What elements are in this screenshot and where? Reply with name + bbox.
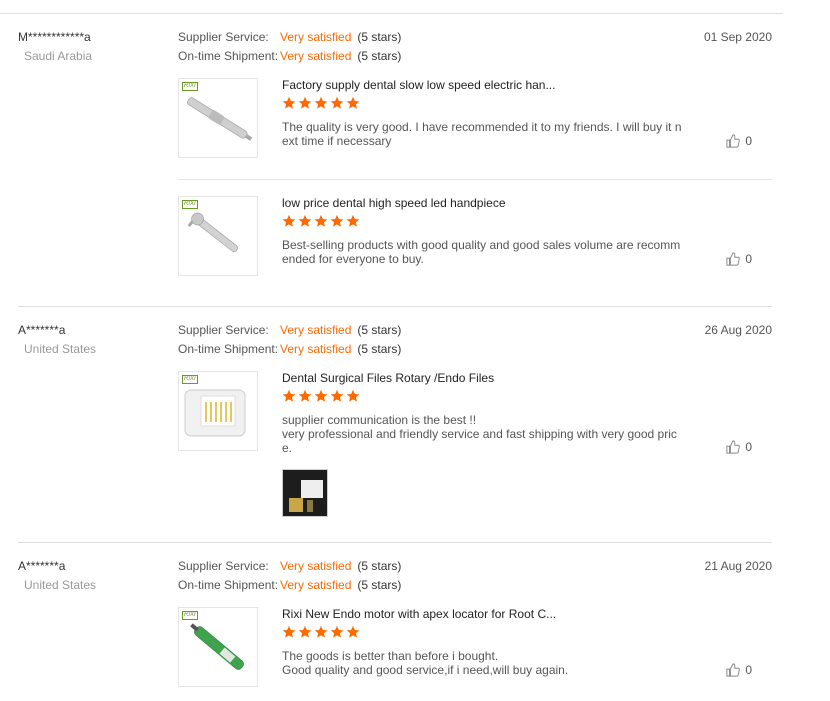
product-title-link[interactable]: Factory supply dental slow low speed ele… — [282, 78, 555, 92]
review-comment: The quality is very good. I have recomme… — [282, 120, 682, 148]
review-card: A*******a United States 21 Aug 2020 Supp… — [0, 559, 783, 699]
supplier-service-rating: Supplier Service: Very satisfied (5 stars) — [178, 323, 402, 337]
product-title-link[interactable]: Rixi New Endo motor with apex locator fo… — [282, 607, 556, 621]
star-icon — [282, 625, 296, 638]
review-card: A*******a United States 26 Aug 2020 Supp… — [0, 323, 783, 541]
star-icon — [298, 625, 312, 638]
star-icon — [330, 625, 344, 638]
shipment-rating: On-time Shipment: Very satisfied (5 stars) — [178, 578, 402, 592]
brand-logo: RIXI — [182, 82, 198, 91]
product-divider — [178, 179, 772, 180]
buyer-name: A*******a — [18, 323, 66, 337]
star-icon — [330, 96, 344, 109]
helpful-button[interactable]: 0 — [726, 440, 752, 454]
review-comment: Best-selling products with good quality … — [282, 238, 681, 266]
helpful-button[interactable]: 0 — [726, 134, 752, 148]
review-photo-thumbnail[interactable] — [282, 469, 328, 517]
star-icon — [346, 389, 360, 402]
thumbs-up-icon — [726, 440, 741, 454]
helpful-button[interactable]: 0 — [726, 663, 752, 677]
star-icon — [282, 214, 296, 227]
review-divider — [18, 306, 772, 307]
star-icon — [314, 389, 328, 402]
product-thumbnail[interactable]: RIXI — [178, 196, 258, 276]
brand-logo: RIXI — [182, 375, 198, 384]
review-comment: supplier communication is the best !! ve… — [282, 413, 677, 455]
star-icon — [282, 96, 296, 109]
star-icon — [314, 214, 328, 227]
helpful-count: 0 — [745, 440, 752, 454]
buyer-country: United States — [24, 578, 97, 592]
buyer-name: A*******a — [18, 559, 66, 573]
product-review: RIXI Factory supply dental slow low spee… — [178, 78, 772, 160]
product-review: RIXI Rixi New Endo motor with apex locat… — [178, 607, 772, 689]
star-icon — [346, 625, 360, 638]
star-rating — [282, 625, 360, 639]
brand-logo: RIXI — [182, 611, 198, 620]
star-icon — [298, 96, 312, 109]
top-divider — [0, 13, 783, 14]
brand-logo: RIXI — [182, 200, 198, 209]
star-icon — [298, 389, 312, 402]
shipment-rating: On-time Shipment: Very satisfied (5 stars) — [178, 49, 402, 63]
photo-icon — [283, 470, 327, 516]
product-title-link[interactable]: Dental Surgical Files Rotary /Endo Files — [282, 371, 494, 385]
helpful-button[interactable]: 0 — [726, 252, 752, 266]
product-thumbnail[interactable]: RIXI — [178, 371, 258, 451]
helpful-count: 0 — [745, 252, 752, 266]
review-date: 26 Aug 2020 — [704, 323, 772, 337]
star-rating — [282, 96, 360, 110]
product-review: RIXI low price dental high speed led han… — [178, 196, 772, 278]
star-rating — [282, 214, 360, 228]
shipment-rating: On-time Shipment: Very satisfied (5 stars) — [178, 342, 402, 356]
star-icon — [314, 96, 328, 109]
star-icon — [330, 389, 344, 402]
buyer-country: United States — [24, 342, 97, 356]
product-thumbnail[interactable]: RIXI — [178, 78, 258, 158]
thumbs-up-icon — [726, 252, 741, 266]
star-icon — [330, 214, 344, 227]
review-date: 01 Sep 2020 — [703, 30, 772, 44]
buyer-country: Saudi Arabia — [24, 49, 93, 63]
star-icon — [314, 625, 328, 638]
product-thumbnail[interactable]: RIXI — [178, 607, 258, 687]
product-review: RIXI Dental Surgical Files Rotary /Endo … — [178, 371, 772, 521]
review-date: 21 Aug 2020 — [704, 559, 772, 573]
supplier-service-rating: Supplier Service: Very satisfied (5 stars) — [178, 30, 402, 44]
review-comment: The goods is better than before i bought… — [282, 649, 569, 677]
star-icon — [298, 214, 312, 227]
thumbs-up-icon — [726, 134, 741, 148]
star-icon — [346, 214, 360, 227]
review-card: M************a Saudi Arabia 01 Sep 2020 … — [0, 30, 783, 306]
star-icon — [282, 389, 296, 402]
helpful-count: 0 — [745, 663, 752, 677]
product-title-link[interactable]: low price dental high speed led handpiec… — [282, 196, 506, 210]
helpful-count: 0 — [745, 134, 752, 148]
review-divider — [18, 542, 772, 543]
thumbs-up-icon — [726, 663, 741, 677]
supplier-service-rating: Supplier Service: Very satisfied (5 stars) — [178, 559, 402, 573]
star-icon — [346, 96, 360, 109]
buyer-name: M************a — [18, 30, 91, 44]
star-rating — [282, 389, 360, 403]
